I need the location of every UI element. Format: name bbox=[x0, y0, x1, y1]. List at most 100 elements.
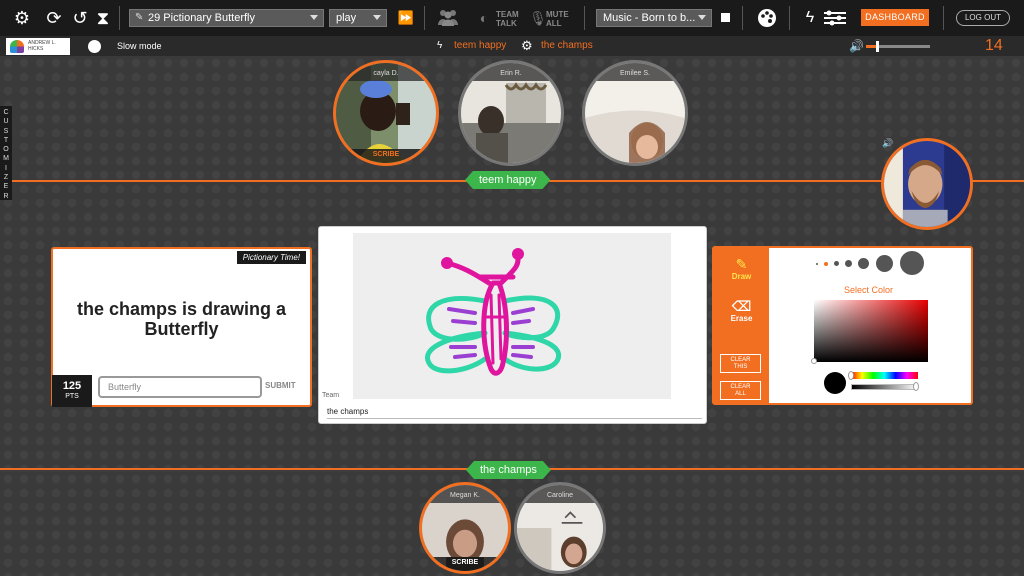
word-panel: Pictionary Time! the champs is drawing a… bbox=[51, 247, 312, 407]
logo-mark-icon bbox=[10, 40, 24, 53]
points-unit: PTS bbox=[65, 393, 79, 400]
submit-button[interactable]: SUBMIT bbox=[265, 381, 296, 390]
group-icon[interactable] bbox=[437, 8, 458, 28]
round-counter: 14 bbox=[985, 37, 1003, 54]
brush-size-option[interactable] bbox=[834, 261, 839, 266]
slow-mode-toggle[interactable] bbox=[88, 40, 101, 53]
brush-size-option[interactable] bbox=[824, 262, 828, 266]
player-name: Caroline bbox=[517, 485, 603, 503]
clear-this-button[interactable]: CLEAR THIS bbox=[720, 354, 761, 373]
brush-size-option[interactable] bbox=[845, 260, 852, 267]
team-field-value: the champs bbox=[327, 407, 702, 419]
hue-slider-knob[interactable] bbox=[848, 371, 854, 380]
hue-slider[interactable] bbox=[848, 371, 918, 380]
gear-icon: ⚙ bbox=[521, 38, 533, 53]
chevron-down-icon bbox=[373, 15, 381, 20]
clear-all-button[interactable]: CLEAR ALL bbox=[720, 381, 761, 400]
mute-all-label[interactable]: MUTE ALL bbox=[546, 10, 569, 28]
color-picker-field[interactable] bbox=[811, 300, 928, 364]
team-talk-label[interactable]: TEAM TALK bbox=[496, 10, 519, 28]
drawing-canvas-panel: Team the champs bbox=[318, 226, 707, 424]
tool-column: ✎ Draw ⌫ Erase CLEAR THIS CLEAR ALL bbox=[714, 248, 769, 403]
mode-select-value: play bbox=[336, 12, 357, 24]
customizer-label: CUSTOMIZER bbox=[3, 109, 9, 200]
top-toolbar: ⚙ ⟳ ↺ ⧗ ✎ 29 Pictionary Butterfly play ⏩… bbox=[0, 0, 1024, 36]
undo-icon[interactable]: ↺ bbox=[70, 8, 90, 28]
player-video-megan[interactable]: Megan K. SCRIBE bbox=[419, 482, 511, 574]
host-video[interactable] bbox=[881, 138, 973, 230]
volume-slider[interactable] bbox=[866, 41, 930, 52]
current-color-swatch bbox=[824, 372, 846, 394]
select-color-label: Select Color bbox=[844, 285, 894, 295]
hourglass-icon[interactable]: ⧗ bbox=[93, 8, 113, 28]
logo: ANDREW L. HICKS bbox=[6, 38, 70, 55]
refresh-icon[interactable]: ⟳ bbox=[44, 8, 64, 28]
pictionary-badge: Pictionary Time! bbox=[236, 251, 306, 264]
brush-size-option[interactable] bbox=[858, 258, 869, 269]
divider bbox=[424, 6, 425, 30]
chevron-down-icon bbox=[698, 15, 706, 20]
player-name: Megan K. bbox=[422, 485, 508, 503]
player-video-cayla[interactable]: cayla D. SCRIBE bbox=[333, 60, 439, 166]
alpha-slider[interactable] bbox=[851, 382, 919, 391]
team-pill-top: teem happy bbox=[465, 171, 550, 189]
alpha-slider-knob[interactable] bbox=[913, 382, 919, 391]
scribe-badge: SCRIBE bbox=[422, 557, 508, 571]
erase-tool-label: Erase bbox=[730, 314, 753, 323]
guess-input[interactable] bbox=[98, 376, 262, 398]
divider bbox=[943, 6, 944, 30]
player-video-caroline[interactable]: Caroline bbox=[514, 482, 606, 574]
speaker-icon[interactable]: 🔊 bbox=[849, 39, 864, 53]
butterfly-drawing bbox=[425, 248, 562, 376]
lightning-icon: ϟ bbox=[437, 40, 443, 51]
team-b-tag[interactable]: the champs bbox=[541, 40, 593, 51]
divider bbox=[584, 6, 585, 30]
game-select[interactable]: ✎ 29 Pictionary Butterfly bbox=[129, 9, 324, 27]
player-video-erin[interactable]: Erin R. bbox=[458, 60, 564, 166]
brush-size-option[interactable] bbox=[816, 263, 818, 265]
bottom-team-zone bbox=[0, 472, 1024, 576]
player-video-emilee[interactable]: Emilee S. bbox=[582, 60, 688, 166]
stop-icon[interactable] bbox=[721, 13, 730, 22]
team-field-label: Team bbox=[322, 392, 340, 399]
team-talk-icon[interactable]: ◐ bbox=[474, 8, 494, 28]
status-bar: ANDREW L. HICKS Slow mode ϟ teem happy ⚙… bbox=[0, 36, 1024, 56]
music-select[interactable]: Music - Born to b... bbox=[596, 9, 712, 27]
eraser-icon: ⌫ bbox=[731, 298, 752, 314]
fast-forward-icon[interactable]: ⏩ bbox=[396, 8, 416, 28]
drawing-prompt: the champs is drawing a Butterfly bbox=[76, 299, 287, 339]
pencil-icon: ✎ bbox=[735, 256, 748, 272]
microphone-mute-icon[interactable]: 🎙 bbox=[528, 8, 548, 28]
mode-select[interactable]: play bbox=[329, 9, 387, 27]
draw-tool-label: Draw bbox=[731, 272, 752, 281]
customizer-tab[interactable]: CUSTOMIZER bbox=[0, 106, 12, 200]
gear-icon[interactable]: ⚙ bbox=[12, 8, 32, 28]
lightning-icon[interactable]: ϟ bbox=[800, 8, 820, 28]
music-select-value: Music - Born to b... bbox=[603, 12, 696, 24]
player-name: Emilee S. bbox=[585, 63, 685, 81]
erase-tool[interactable]: ⌫ Erase bbox=[714, 298, 769, 323]
draw-tool[interactable]: ✎ Draw bbox=[714, 256, 769, 281]
game-select-value: 29 Pictionary Butterfly bbox=[148, 12, 255, 24]
dashboard-button[interactable]: DASHBOARD bbox=[861, 9, 929, 26]
drawing-tools-panel: ✎ Draw ⌫ Erase CLEAR THIS CLEAR ALL Sele… bbox=[712, 246, 973, 405]
palette-icon[interactable] bbox=[757, 8, 777, 28]
player-name: cayla D. bbox=[336, 63, 436, 81]
brush-size-option[interactable] bbox=[900, 251, 924, 275]
divider bbox=[789, 6, 790, 30]
volume-knob[interactable] bbox=[875, 41, 879, 52]
logout-button[interactable]: LOG OUT bbox=[956, 10, 1010, 26]
slow-mode-label: Slow mode bbox=[117, 41, 162, 51]
logo-text: ANDREW L. HICKS bbox=[28, 40, 56, 52]
scribe-badge: SCRIBE bbox=[336, 149, 436, 163]
color-picker-handle[interactable] bbox=[811, 358, 817, 364]
brush-size-option[interactable] bbox=[876, 255, 893, 272]
divider bbox=[119, 6, 120, 30]
points-value: 125 bbox=[62, 380, 82, 392]
team-pill-bottom: the champs bbox=[466, 461, 551, 479]
pencil-icon: ✎ bbox=[135, 12, 144, 23]
team-a-tag[interactable]: teem happy bbox=[454, 40, 506, 51]
sliders-icon[interactable] bbox=[822, 8, 848, 28]
drawing-canvas[interactable] bbox=[353, 233, 671, 399]
divider bbox=[742, 6, 743, 30]
